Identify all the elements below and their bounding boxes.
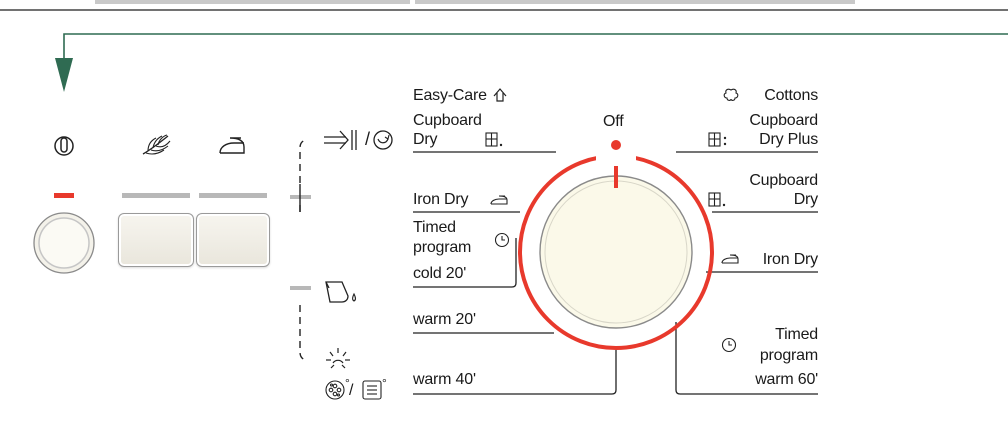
dial-off-label: Off — [603, 113, 624, 130]
power-indicator — [54, 193, 74, 198]
wool-indicator — [122, 193, 190, 198]
filter-degree: ° — [345, 376, 350, 390]
iron-icon — [490, 195, 508, 205]
program-cupboard-dry-right-2: Dry — [793, 191, 818, 208]
program-iron-dry-left: Iron Dry — [413, 191, 469, 208]
program-timed-cold-2: program — [413, 239, 472, 256]
container-indicator — [290, 286, 311, 290]
program-timed-warm-1: Timed — [775, 326, 818, 343]
program-iron-dry-right: Iron Dry — [762, 251, 819, 268]
clock-icon — [721, 337, 737, 353]
program-timed-warm-3: warm 60' — [755, 371, 818, 388]
wool-feather-icon — [142, 134, 171, 155]
dashed-connectors — [299, 139, 309, 361]
signal-slash: / — [365, 129, 370, 149]
tank-degree: ° — [382, 376, 387, 390]
program-easy-care: Easy-Care — [413, 87, 487, 104]
program-cupboard-dry-plus-1: Cupboard — [749, 112, 818, 129]
program-cupboard-dry-plus-2: Dry Plus — [759, 131, 818, 148]
program-cupboard-dry-left-2: Dry — [413, 131, 438, 148]
water-tank-icon — [362, 380, 382, 400]
sun-icon — [326, 348, 350, 369]
cupboard-icon — [708, 192, 726, 207]
arrow-to-bar-icon — [324, 130, 357, 150]
iron-indicator — [199, 193, 267, 198]
program-cupboard-dry-left-1: Cupboard — [413, 112, 482, 129]
program-dial-knob[interactable] — [540, 176, 692, 328]
wool-button[interactable] — [118, 213, 194, 267]
program-cottons: Cottons — [764, 87, 818, 104]
rotation-cycle-icon — [373, 130, 393, 150]
lint-filter-icon — [325, 380, 345, 400]
routing-arrow — [55, 33, 1008, 92]
power-button[interactable] — [34, 213, 94, 273]
program-timed-warm-2: program — [759, 347, 818, 364]
water-container-icon — [325, 281, 357, 303]
clock-icon — [494, 232, 510, 248]
program-timed-cold-3: cold 20' — [413, 265, 467, 282]
iron-icon — [219, 137, 245, 154]
power-ring-icon — [54, 136, 74, 156]
cupboard-icon — [708, 132, 727, 147]
iron-button[interactable] — [196, 213, 270, 267]
program-warm-20: warm 20' — [413, 311, 476, 328]
easy-care-shirt-icon — [493, 88, 507, 102]
program-timed-cold-1: Timed — [413, 219, 456, 236]
cupboard-icon — [485, 132, 503, 147]
program-cupboard-dry-right-1: Cupboard — [749, 172, 818, 189]
program-warm-40: warm 40' — [413, 371, 476, 388]
